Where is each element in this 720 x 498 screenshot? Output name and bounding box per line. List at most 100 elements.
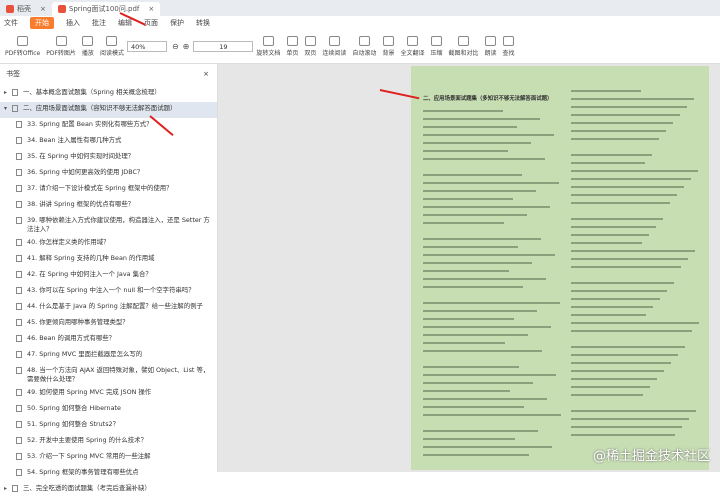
text-line [571,186,684,188]
bookmark-icon [16,367,22,374]
bookmark-item[interactable]: 51. Spring 如何整合 Struts2？ [0,418,217,434]
menu-item-0[interactable]: 文件 [4,18,18,28]
menu-item-1[interactable]: 开始 [30,17,54,29]
toolbar-background-button[interactable]: 背景 [382,36,394,57]
close-icon[interactable]: × [203,70,209,78]
bookmark-item[interactable]: 37. 请介绍一下设计模式在 Spring 框架中的使用？ [0,182,217,198]
bookmark-item[interactable]: ▸ 三、完全吃透的面试题集（考完后查漏补缺） [0,482,217,498]
bookmark-label: 42. 在 Spring 中如何注入一个 Java 集合？ [27,270,152,278]
toolbar-label: 播放 [81,50,94,57]
bookmark-item[interactable]: 40. 你怎样定义类的作用域？ [0,236,217,252]
toolbar-compress-button[interactable]: 压缩 [430,36,442,57]
text-line [423,126,517,128]
menu-item-2[interactable]: 插入 [66,18,80,28]
close-icon[interactable]: × [40,5,46,13]
toolbar-pdf-office-button[interactable]: PDF转Office [5,36,40,57]
bookmark-label: 36. Spring 中如何更高效的使用 JDBC？ [27,168,144,176]
zoom-input[interactable]: 40% [126,41,167,52]
menu-item-4[interactable]: 编辑 [118,18,132,28]
bookmark-item[interactable]: 38. 讲讲 Spring 框架的优点有哪些？ [0,198,217,214]
bookmark-item[interactable]: 33. Spring 配置 Bean 实例化有哪些方式？ [0,118,217,134]
toolbar-label: 压缩 [430,50,443,57]
menu-item-3[interactable]: 批注 [92,18,106,28]
text-line [571,290,667,292]
bookmark-item[interactable]: 46. Bean 的调用方式有哪些？ [0,332,217,348]
toolbar-label: 单页 [286,50,299,57]
bookmark-item[interactable]: 49. 如何使用 Spring MVC 完成 JSON 操作 [0,386,217,402]
close-icon[interactable]: × [148,5,154,13]
tab-0[interactable]: 稻壳 × [0,2,52,16]
bookmark-item[interactable]: 42. 在 Spring 中如何注入一个 Java 集合？ [0,268,217,284]
text-line [423,118,540,120]
bookmark-item[interactable]: 54. Spring 框架的事务管理有哪些优点 [0,466,217,482]
text-line [423,238,541,240]
rotate-icon [262,36,274,46]
bookmark-item[interactable]: 36. Spring 中如何更高效的使用 JDBC？ [0,166,217,182]
expand-arrow-icon[interactable]: ▾ [4,104,12,113]
document-viewer[interactable]: 二、应用场景面试题集（多知识不够无法解答面试题） @稀土掘金技术社区 [218,64,720,472]
toolbar-read-aloud-button[interactable]: 朗读 [485,36,497,57]
bookmark-icon [16,121,22,128]
toolbar-auto-scroll-button[interactable]: 自动滚动 [352,36,376,57]
bookmark-item[interactable]: 48. 当一个方法向 AJAX 返回特殊对象，譬如 Object、List 等，… [0,364,217,386]
bookmark-item[interactable]: 53. 介绍一下 Spring MVC 常用的一些注解 [0,450,217,466]
text-line [423,454,529,456]
bookmark-label: 54. Spring 框架的事务管理有哪些优点 [27,468,139,476]
expand-arrow-icon[interactable]: ▸ [4,484,12,493]
text-line [571,130,666,132]
bookmark-label: 47. Spring MVC 里面拦截器是怎么写的 [27,350,143,358]
toolbar-translate-button[interactable]: 全文翻译 [400,36,424,57]
zoom-out-icon[interactable]: ⊖ [172,42,179,51]
bookmark-label: 46. Bean 的调用方式有哪些？ [27,334,116,342]
toolbar-play-button[interactable]: 播放 [82,36,94,57]
text-line [423,302,560,304]
bookmark-icon [16,335,22,342]
text-line [571,346,685,348]
toolbar-pdf-image-button[interactable]: PDF转图片 [46,36,76,57]
bookmark-item[interactable]: 52. 开发中主要使用 Spring 的什么技术？ [0,434,217,450]
text-line [423,318,514,320]
pdf-office-icon [17,36,29,46]
menu-item-5[interactable]: 页面 [144,18,158,28]
bookmark-item[interactable]: 43. 你可以在 Spring 中注入一个 null 和一个空字符串吗？ [0,284,217,300]
bookmark-icon [16,217,22,224]
menu-item-7[interactable]: 转换 [196,18,210,28]
text-line [423,134,554,136]
text-line [571,266,681,268]
zoom-in-icon[interactable]: ⊕ [183,42,190,51]
page-input[interactable]: 19 [193,41,254,52]
tab-1[interactable]: Spring面试100问.pdf × [51,2,161,16]
bookmark-item[interactable]: 47. Spring MVC 里面拦截器是怎么写的 [0,348,217,364]
expand-arrow-icon[interactable]: ▸ [4,88,12,97]
toolbar-screenshot-button[interactable]: 截图和对比 [448,36,479,57]
background-icon [382,36,394,46]
bookmark-item[interactable]: 50. Spring 如何整合 Hibernate [0,402,217,418]
bookmark-icon [16,437,22,444]
menu-item-6[interactable]: 保护 [170,18,184,28]
screenshot-icon [457,36,469,46]
bookmark-item[interactable]: ▸ 一、基本概念面试题集（Spring 相关概念梳理） [0,86,217,102]
toolbar-find-button[interactable]: 查找 [503,36,515,57]
bookmark-item[interactable]: 44. 什么是基于 Java 的 Spring 注解配置？给一些注解的例子 [0,300,217,316]
bookmark-item[interactable]: 41. 解释 Spring 支持的几种 Bean 的作用域 [0,252,217,268]
bookmark-icon [16,405,22,412]
bookmark-item[interactable]: 45. 你更倾向用哪种事务管理类型？ [0,316,217,332]
toolbar-read-mode-button[interactable]: 阅读模式 [100,36,124,57]
text-line [571,154,652,156]
toolbar-double-page-button[interactable]: 双页 [304,36,316,57]
toolbar-continuous-button[interactable]: 连续阅读 [322,36,346,57]
bookmark-icon [12,105,18,112]
toolbar-single-page-button[interactable]: 单页 [286,36,298,57]
bookmark-item[interactable]: 34. Bean 注入属性有哪几种方式 [0,134,217,150]
text-line [423,278,546,280]
bookmark-item[interactable]: 39. 哪种依赖注入方式你建议使用，构造器注入，还是 Setter 方法注入？ [0,214,217,236]
bookmark-item[interactable]: 35. 在 Spring 中如何实现时间处理？ [0,150,217,166]
text-line [423,110,503,112]
bookmark-icon [16,153,22,160]
toolbar-rotate-button[interactable]: 旋转文档 [256,36,280,57]
bookmark-item[interactable]: ▾ 二、应用场景面试题集（容知识不够无法解答面试题） [0,102,217,118]
bookmark-label: 48. 当一个方法向 AJAX 返回特殊对象，譬如 Object、List 等，… [27,366,210,383]
continuous-icon [328,36,340,46]
bookmark-icon [16,453,22,460]
bookmark-icon [16,319,22,326]
